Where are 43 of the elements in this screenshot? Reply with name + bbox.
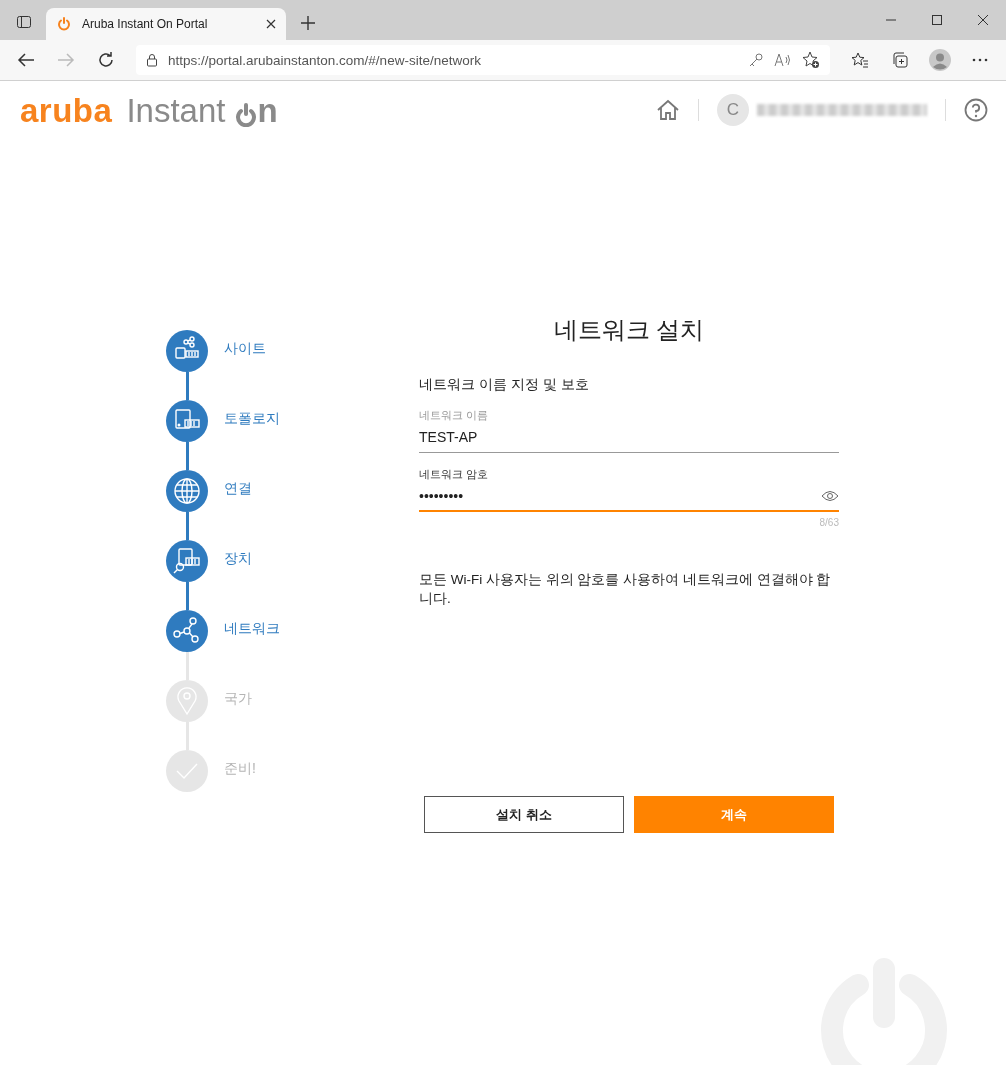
step-label: 국가 (224, 690, 252, 708)
lock-icon (146, 53, 158, 67)
logo-product: Instant (126, 93, 226, 127)
input-field[interactable]: TEST-AP (419, 429, 839, 453)
section-heading: 네트워크 이름 지정 및 보호 (419, 376, 590, 394)
tab-title: Aruba Instant On Portal (82, 17, 209, 31)
read-aloud-icon[interactable] (774, 52, 792, 68)
field-label: 네트워크 암호 (419, 467, 490, 482)
tab-actions-icon[interactable] (16, 14, 32, 30)
help-icon[interactable] (964, 98, 988, 122)
favorites-icon[interactable] (851, 51, 869, 69)
logo-suffix: n (257, 93, 278, 127)
power-icon (235, 102, 258, 127)
field-value: TEST-AP (419, 429, 478, 445)
step-label: 준비! (224, 760, 256, 778)
key-icon[interactable] (748, 52, 764, 68)
field-value: ••••••••• (419, 488, 464, 504)
address-bar[interactable]: https://portal.arubainstanton.com/#/new-site/network (136, 45, 830, 75)
cancel-button[interactable]: 설치 취소 (424, 796, 624, 833)
browser-tab[interactable]: Aruba Instant On Portal (46, 8, 286, 40)
character-counter: 8/63 (819, 517, 839, 528)
new-tab-icon[interactable] (300, 15, 316, 31)
url-text: https://portal.arubainstanton.com/#/new-site/network (168, 52, 482, 68)
refresh-icon[interactable] (97, 51, 115, 69)
page-title: 네트워크 설치 (552, 315, 706, 345)
step-label: 연결 (224, 480, 252, 498)
power-icon (56, 16, 72, 32)
step-label: 장치 (224, 550, 252, 568)
more-icon[interactable] (972, 58, 988, 62)
help-text: 모든 Wi-Fi 사용자는 위의 암호를 사용하여 네트워크에 연결해야 합니다. (419, 571, 832, 608)
logo-brand: aruba (20, 93, 113, 127)
profile-icon[interactable] (928, 48, 952, 72)
show-password-icon[interactable] (821, 490, 839, 502)
back-icon[interactable] (17, 52, 35, 68)
field-label: 네트워크 이름 (419, 408, 490, 423)
collections-icon[interactable] (891, 51, 909, 69)
home-icon[interactable] (656, 99, 680, 121)
add-favorite-icon[interactable] (802, 51, 820, 69)
password-field[interactable]: ••••••••• (419, 488, 839, 512)
step-label: 사이트 (224, 340, 266, 358)
step-label: 토폴로지 (224, 410, 280, 428)
step-label: 네트워크 (224, 620, 280, 638)
close-icon[interactable] (266, 19, 276, 29)
